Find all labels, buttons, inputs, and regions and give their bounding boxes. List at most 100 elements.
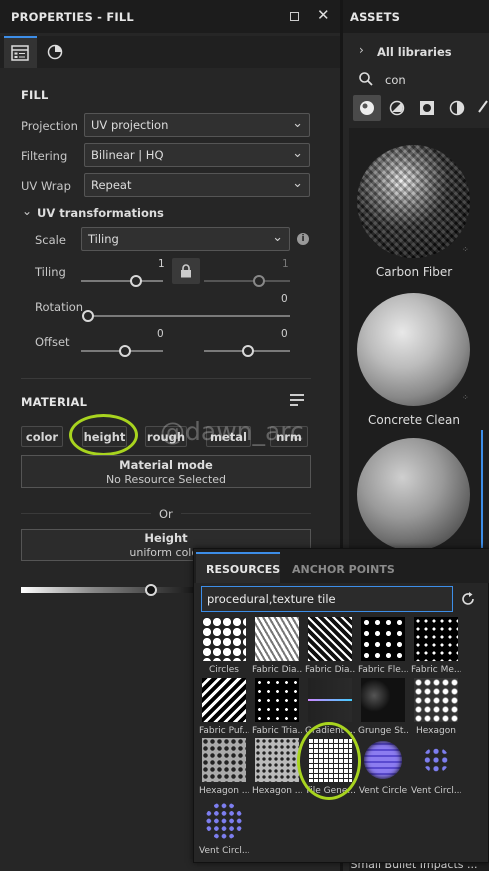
all-libraries-link[interactable]: All libraries [377, 45, 452, 59]
scale-select[interactable]: Tiling ⌄ [81, 227, 290, 251]
offset-slider-u-knob[interactable] [119, 345, 131, 357]
tile-label-fabric-tria: Fabric Tria... [252, 726, 302, 736]
tile-label-hexagon: Hexagon [416, 726, 456, 736]
tile-gradient[interactable] [308, 678, 352, 722]
asset-label-carbon-fiber: Carbon Fiber [375, 265, 453, 279]
carbon-weave-pattern [357, 145, 470, 258]
material-mode-value: No Resource Selected [105, 473, 227, 486]
vent-circle-shape [364, 741, 402, 779]
close-icon[interactable]: ✕ [317, 6, 330, 24]
offset-value-u: 0 [157, 328, 164, 340]
material-heading: MATERIAL [21, 395, 88, 409]
collapse-chevron-icon[interactable]: ⌄ [22, 204, 32, 218]
filter-masks-button[interactable] [413, 95, 441, 121]
info-icon[interactable]: i [297, 233, 309, 245]
scale-value: Tiling [88, 232, 119, 246]
tile-fabric-puf[interactable] [202, 678, 246, 722]
height-title: Height [144, 531, 188, 545]
uv-transformations-heading[interactable]: UV transformations [37, 206, 164, 220]
filter-icon [449, 100, 465, 116]
search-icon [359, 72, 373, 86]
filter-filters-button[interactable] [443, 95, 471, 121]
tile-circles[interactable] [202, 617, 246, 661]
tile-grunge-st[interactable] [361, 678, 405, 722]
offset-label: Offset [35, 335, 70, 349]
or-label: Or [159, 507, 173, 521]
tile-hexagon[interactable] [414, 678, 458, 722]
properties-title: PROPERTIES - FILL [11, 10, 134, 24]
rotation-slider-track[interactable] [86, 315, 290, 317]
channel-color-chip[interactable]: color [21, 426, 63, 447]
tile-fabric-dia-1[interactable] [255, 617, 299, 661]
asset-selection-edge [481, 430, 483, 550]
filter-smart-materials-button[interactable] [383, 95, 411, 121]
material-menu-icon[interactable] [290, 394, 304, 406]
offset-slider-v-knob[interactable] [242, 345, 254, 357]
chevron-down-icon: ⌄ [292, 176, 303, 191]
tiling-slider-v-track[interactable] [204, 280, 290, 282]
asset-thumbnail-third[interactable] [357, 438, 470, 551]
refresh-icon[interactable] [460, 591, 476, 607]
uvwrap-select[interactable]: Repeat ⌄ [84, 173, 310, 197]
tile-fabric-dia-2[interactable] [308, 617, 352, 661]
highlight-circle [297, 722, 361, 800]
tile-label-grunge-st: Grunge St... [358, 726, 408, 736]
tiling-slider-v-knob[interactable] [253, 275, 265, 287]
tile-label-fabric-fle: Fabric Fle... [358, 665, 408, 675]
tab-resources[interactable]: RESOURCES [196, 552, 280, 583]
tab-fill-properties[interactable] [4, 36, 37, 68]
tile-label-hexagon-3: Hexagon ... [252, 786, 302, 796]
asset-thumbnail-concrete-clean[interactable] [357, 293, 470, 406]
tile-hexagon-2[interactable] [202, 738, 246, 782]
lock-button[interactable] [172, 258, 200, 284]
asset-label-concrete-clean: Concrete Clean [368, 413, 460, 427]
projection-label: Projection [21, 119, 78, 133]
asset-thumbnail-carbon-fiber[interactable] [357, 145, 470, 258]
undock-icon[interactable] [290, 12, 299, 21]
tile-fabric-tria[interactable] [255, 678, 299, 722]
or-divider-right [181, 513, 311, 514]
resources-search-input[interactable]: procedural,texture tile [201, 586, 453, 612]
tile-fabric-me[interactable] [414, 617, 458, 661]
projection-select[interactable]: UV projection ⌄ [84, 113, 310, 137]
fill-heading: FILL [21, 88, 49, 102]
scale-label: Scale [35, 233, 66, 247]
chevron-down-icon: ⌄ [272, 230, 283, 245]
assets-search-box[interactable]: con [349, 68, 489, 92]
resources-search-value: procedural,texture tile [207, 592, 336, 606]
offset-value-v: 0 [281, 328, 288, 340]
tiling-slider-u-knob[interactable] [130, 275, 142, 287]
tab-anchor-points[interactable]: ANCHOR POINTS [292, 563, 395, 576]
assets-search-value: con [385, 73, 406, 87]
dots-icon: ⁘ [462, 393, 469, 402]
tile-vent-circl-2[interactable] [202, 799, 246, 843]
filter-materials-button[interactable] [353, 95, 381, 121]
filtering-value: Bilinear | HQ [91, 148, 164, 162]
height-gradient-slider[interactable] [21, 587, 201, 593]
rotation-slider-knob[interactable] [82, 310, 94, 322]
material-sphere-icon [47, 44, 63, 60]
tile-label-vent-circle: Vent Circle [358, 786, 408, 796]
tile-vent-circl-1[interactable] [414, 738, 458, 782]
tiling-slider-u-track[interactable] [81, 280, 163, 282]
assets-title: ASSETS [350, 10, 401, 24]
tab-material[interactable] [38, 36, 71, 68]
lock-icon [181, 264, 191, 278]
tile-label-vent-circl-1: Vent Circl... [411, 786, 461, 796]
highlight-circle [69, 414, 138, 456]
vent-dots [423, 747, 449, 773]
tiling-label: Tiling [35, 265, 66, 279]
filtering-label: Filtering [21, 149, 68, 163]
tile-vent-circle[interactable] [361, 738, 405, 782]
chevron-right-icon[interactable]: › [359, 43, 364, 57]
height-gradient-knob[interactable] [145, 584, 157, 596]
tile-fabric-fle[interactable] [361, 617, 405, 661]
mask-icon [420, 101, 434, 115]
filter-brushes-button[interactable] [473, 95, 489, 121]
material-mode-title: Material mode [119, 458, 213, 472]
rotation-label: Rotation [35, 300, 84, 314]
vent-dots [205, 802, 243, 840]
material-mode-box[interactable]: Material mode No Resource Selected [21, 455, 311, 488]
filtering-select[interactable]: Bilinear | HQ ⌄ [84, 143, 310, 167]
tile-hexagon-3[interactable] [255, 738, 299, 782]
